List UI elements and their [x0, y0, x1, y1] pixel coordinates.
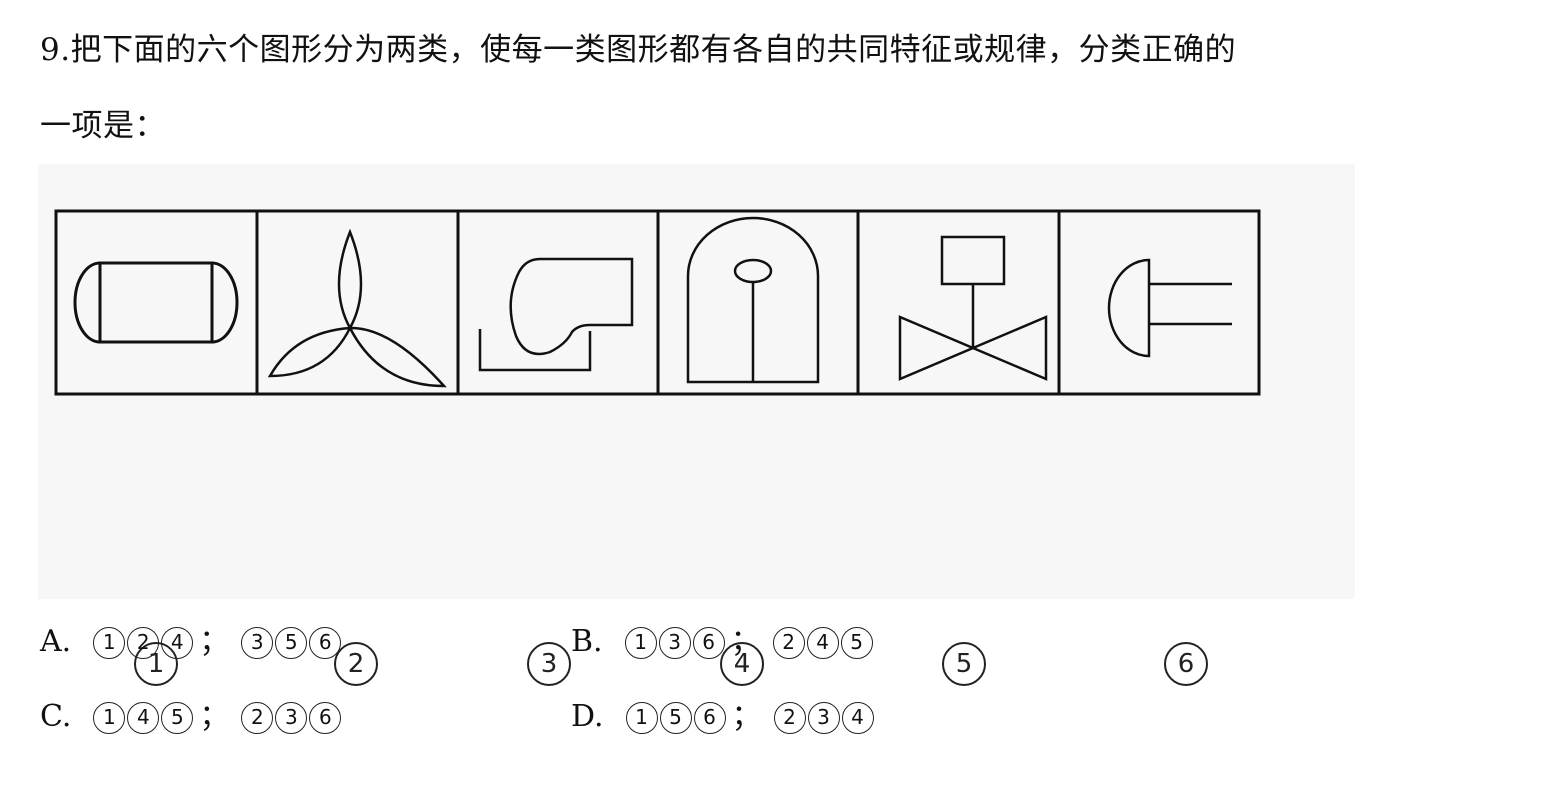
- figure-label-5: 5: [942, 642, 986, 686]
- figure-panel: 1 2 3 4 5 6: [38, 164, 1355, 686]
- option-number: 4: [841, 702, 874, 734]
- option-a[interactable]: A. 1 2 4； 3 5 6: [40, 622, 343, 662]
- option-number: 2: [241, 702, 274, 734]
- option-number: 3: [275, 702, 308, 734]
- figure-strip: [54, 209, 1261, 396]
- option-number: 4: [127, 702, 160, 734]
- option-number: 6: [309, 627, 342, 659]
- question-text-line-1: 9.把下面的六个图形分为两类，使每一类图形都有各自的共同特征或规律，分类正确的: [40, 32, 1237, 68]
- option-c[interactable]: C. 1 4 5； 2 3 6: [40, 697, 343, 737]
- question-text-line-2: 一项是：: [40, 108, 166, 144]
- option-separator: ；: [199, 624, 230, 659]
- option-number: 5: [161, 702, 194, 734]
- option-d[interactable]: D. 1 5 6； 2 3 4: [571, 697, 876, 737]
- option-letter: A.: [40, 624, 72, 659]
- figure-4-arch-shape: [686, 216, 820, 384]
- option-b[interactable]: B. 1 3 6； 2 4 5: [571, 622, 875, 662]
- option-separator: ；: [199, 699, 230, 734]
- option-letter: C.: [40, 699, 72, 734]
- figure-6-plug-shape: [1107, 258, 1232, 358]
- option-number: 2: [772, 627, 805, 659]
- figure-label-6: 6: [1164, 642, 1208, 686]
- option-number: 1: [93, 627, 126, 659]
- option-number: 4: [806, 627, 839, 659]
- figure-3-pipe-shape: [478, 257, 634, 372]
- figure-2-fan-shape: [267, 228, 447, 388]
- option-number: 1: [624, 627, 657, 659]
- option-number: 4: [161, 627, 194, 659]
- option-number: 5: [840, 627, 873, 659]
- figure-label-3: 3: [527, 642, 571, 686]
- figure-1-tank-shape: [73, 261, 239, 344]
- option-number: 1: [93, 702, 126, 734]
- option-number: 1: [625, 702, 658, 734]
- option-number: 3: [807, 702, 840, 734]
- option-number: 3: [658, 627, 691, 659]
- option-number: 2: [127, 627, 160, 659]
- option-number: 5: [275, 627, 308, 659]
- option-number: 6: [309, 702, 342, 734]
- option-number: 6: [692, 627, 725, 659]
- option-number: 3: [241, 627, 274, 659]
- option-number: 5: [659, 702, 692, 734]
- option-separator: ；: [730, 624, 761, 659]
- option-number: 6: [693, 702, 726, 734]
- option-number: 2: [773, 702, 806, 734]
- figure-5-valve-shape: [898, 235, 1048, 381]
- option-letter: D.: [571, 699, 604, 734]
- option-separator: ；: [731, 699, 762, 734]
- option-letter: B.: [571, 624, 603, 659]
